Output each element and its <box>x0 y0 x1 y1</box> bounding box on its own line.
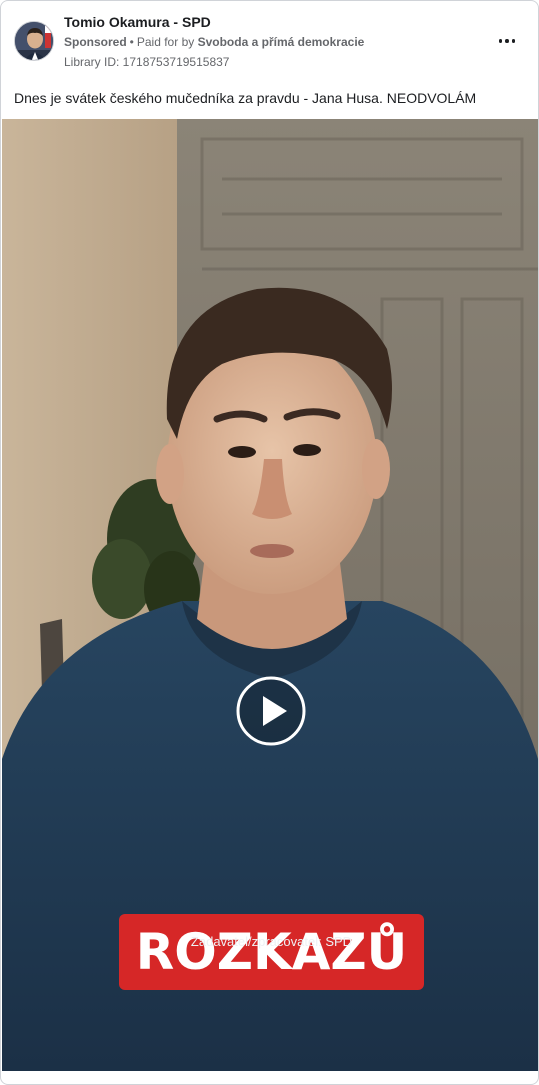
sponsored-label: Sponsored <box>64 35 127 49</box>
paid-for-prefix: Paid for by <box>136 35 195 49</box>
video-caption-banner: ROZKAZŮ <box>119 914 424 990</box>
paid-for-by-link[interactable]: Svoboda a přímá demokracie <box>198 35 365 49</box>
page-name[interactable]: Tomio Okamura - SPD <box>64 14 211 30</box>
video-sponsor-note: Zadavatel/zpracovatel: SPD <box>190 934 353 949</box>
ad-body-text: Dnes je svátek českého mučedníka za prav… <box>14 90 477 106</box>
sponsorship-line: Sponsored • Paid for by Svoboda a přímá de… <box>64 35 364 49</box>
play-icon <box>236 676 306 746</box>
video-player[interactable]: ROZKAZŮ Zadavatel/zpracovatel: SPD <box>2 119 538 1071</box>
page-avatar[interactable] <box>14 21 54 61</box>
play-button[interactable] <box>236 676 306 746</box>
more-options-button[interactable] <box>491 29 523 53</box>
ad-card: Tomio Okamura - SPD Sponsored • Paid for b… <box>0 0 539 1085</box>
library-id: Library ID: 1718753719515837 <box>64 55 230 69</box>
more-horizontal-icon <box>498 39 516 43</box>
separator-dot: • <box>129 35 134 49</box>
avatar-image <box>15 22 53 60</box>
ad-header: Tomio Okamura - SPD Sponsored • Paid for b… <box>1 1 538 81</box>
